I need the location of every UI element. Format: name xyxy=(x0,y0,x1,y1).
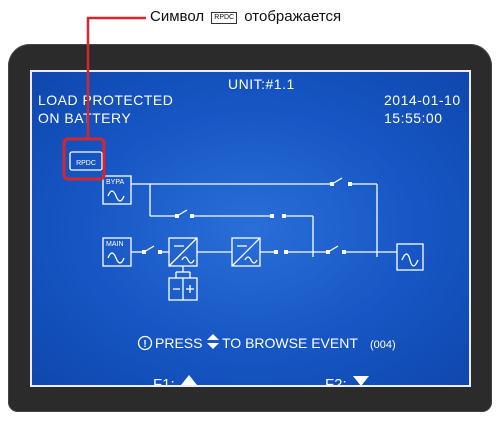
arrow-down-icon xyxy=(207,343,219,349)
main-sine-icon xyxy=(107,252,125,264)
output-box xyxy=(396,243,424,271)
maint-node-c xyxy=(270,214,274,218)
output-switch-node-b xyxy=(342,250,346,254)
inverter-node-b xyxy=(284,250,288,254)
output-sine-icon xyxy=(401,253,419,267)
f2-label: F2: xyxy=(325,376,347,387)
maint-switch-node-a xyxy=(175,214,179,218)
f1-up-arrow-icon[interactable] xyxy=(181,375,197,385)
callout-annotation: Символ RPDC отображается xyxy=(150,8,341,25)
annotation-text-before: Символ xyxy=(150,8,205,25)
main-switch-node-b xyxy=(158,250,162,254)
main-label: MAIN xyxy=(106,241,124,248)
annotation-text-after: отображается xyxy=(244,8,342,25)
maint-switch-node-b xyxy=(190,214,194,218)
inverter-ac-icon xyxy=(244,256,258,264)
browse-prompt: ! PRESS TO BROWSE EVENT (004) xyxy=(137,334,396,351)
function-keys: F1: F2: xyxy=(153,375,369,387)
bypass-label: BYPA xyxy=(106,179,124,186)
output-switch-node-a xyxy=(326,250,330,254)
bypass-switch-node-a xyxy=(330,182,334,186)
prompt-count: (004) xyxy=(370,339,396,351)
prompt-text-before: PRESS xyxy=(155,335,202,351)
prompt-text-after: TO BROWSE EVENT xyxy=(222,335,358,351)
main-switch-node-a xyxy=(142,250,146,254)
power-flow-diagram: RPDC BYPA MAIN ! PRESS TO BROWSE EVENT (… xyxy=(69,151,424,387)
rpdc-label: RPDC xyxy=(76,160,96,167)
info-icon-mark: ! xyxy=(143,339,146,350)
annotation-rpdc-badge: RPDC xyxy=(211,12,238,24)
bypass-sine-icon xyxy=(107,190,125,202)
inverter-node-a xyxy=(274,250,278,254)
arrow-up-icon xyxy=(207,334,219,340)
bypass-switch-node-b xyxy=(348,182,352,186)
f1-label: F1: xyxy=(153,376,175,387)
lcd-screen: UNIT:#1.1 LOAD PROTECTED ON BATTERY 2014… xyxy=(30,70,471,387)
rectifier-ac-icon xyxy=(181,256,195,264)
f2-down-arrow-icon[interactable] xyxy=(353,376,369,386)
maint-node-d xyxy=(282,214,286,218)
